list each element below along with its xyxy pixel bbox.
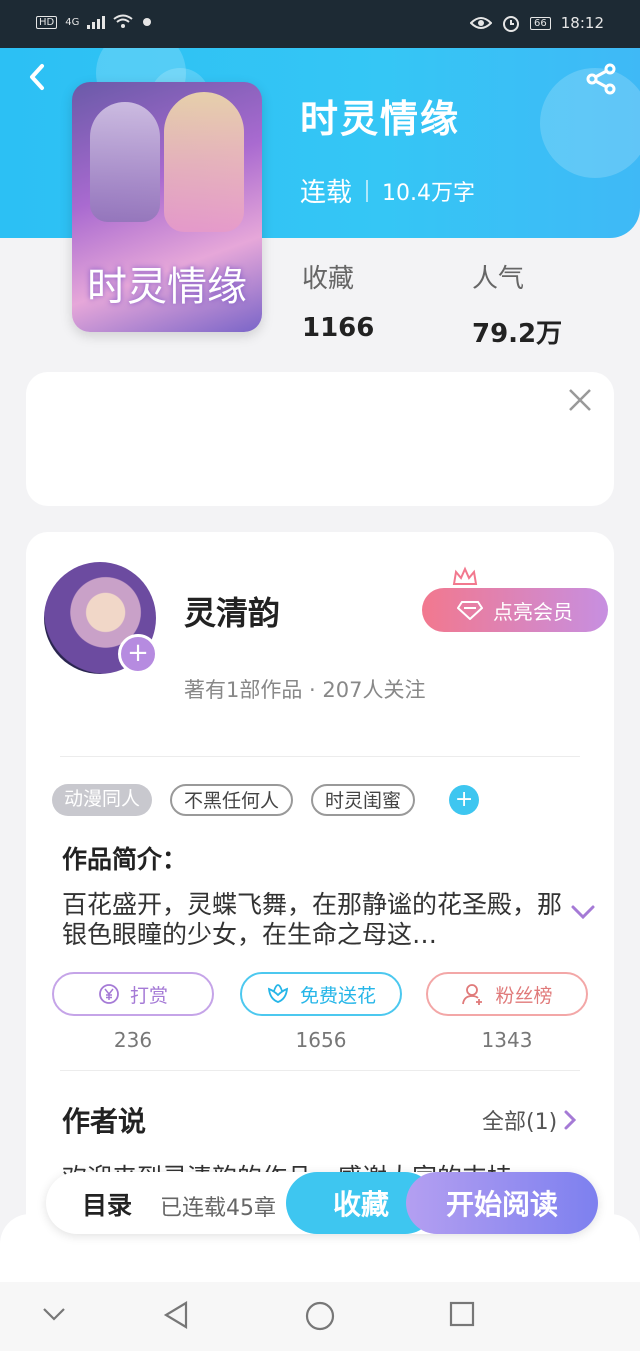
tip-button[interactable]: 打赏 xyxy=(52,972,214,1016)
start-reading-button[interactable]: 开始阅读 xyxy=(406,1172,598,1234)
chevron-down-icon[interactable] xyxy=(570,902,596,922)
close-icon[interactable] xyxy=(566,386,594,414)
all-label: 全部(1) xyxy=(482,1110,558,1135)
nav-home-icon[interactable] xyxy=(304,1300,336,1332)
hd-badge: HD xyxy=(36,15,58,29)
tip-label: 打赏 xyxy=(129,984,168,1007)
battery-icon: 66 xyxy=(530,16,551,30)
chevron-right-icon xyxy=(564,1110,577,1130)
share-icon[interactable] xyxy=(584,62,618,96)
flower-icon xyxy=(267,984,289,1003)
favorites-value: 1166 xyxy=(302,313,375,343)
nav-recents-icon[interactable] xyxy=(448,1300,476,1328)
toc-button[interactable]: 目录 xyxy=(82,1186,132,1222)
add-tag-icon[interactable]: + xyxy=(449,785,480,815)
send-flower-button[interactable]: 免费送花 xyxy=(240,972,402,1016)
divider xyxy=(60,756,580,757)
fans-count: 1343 xyxy=(481,1028,533,1052)
crown-icon xyxy=(452,566,478,585)
popularity-label: 人气 xyxy=(472,264,525,294)
meta-divider xyxy=(366,179,369,202)
flower-label: 免费送花 xyxy=(299,984,376,1007)
alarm-icon xyxy=(503,16,520,32)
vip-button[interactable]: 点亮会员 xyxy=(422,588,608,632)
user-icon xyxy=(462,984,483,1005)
cover-title-art: 时灵情缘 xyxy=(87,264,247,310)
status-bar: HD 4G 66 18:12 xyxy=(0,0,640,48)
vip-label: 点亮会员 xyxy=(493,599,573,624)
back-icon[interactable] xyxy=(22,62,52,92)
intro-text[interactable]: 百花盛开，灵蝶飞舞，在那静谧的花圣殿，那银色眼瞳的少女，在生命之母这… xyxy=(62,890,562,950)
follow-plus-icon[interactable]: + xyxy=(118,634,158,674)
book-cover[interactable]: 时灵情缘 xyxy=(72,82,262,332)
fans-label: 粉丝榜 xyxy=(495,984,553,1007)
book-title: 时灵情缘 xyxy=(300,97,461,141)
chevron-down-icon[interactable] xyxy=(40,1300,68,1328)
signal-icon xyxy=(87,15,106,29)
popularity-stat: 人气 79.2万 xyxy=(472,258,562,350)
tag-item[interactable]: 动漫同人 xyxy=(52,784,153,816)
wifi-icon xyxy=(113,14,133,28)
clock: 18:12 xyxy=(560,14,604,32)
tag-item[interactable]: 时灵闺蜜 xyxy=(311,784,416,816)
book-meta: 连载 10.4万字 xyxy=(300,172,475,209)
eye-icon xyxy=(470,17,493,29)
favorites-label: 收藏 xyxy=(302,264,355,294)
network-type: 4G xyxy=(65,16,80,28)
notification-icon xyxy=(143,18,152,26)
ad-banner xyxy=(26,372,614,506)
popularity-value: 79.2万 xyxy=(472,319,563,349)
tag-item[interactable]: 不黑任何人 xyxy=(170,784,294,816)
serial-chapters: 已连载45章 xyxy=(160,1196,276,1221)
book-word-count: 10.4万字 xyxy=(382,180,476,206)
book-status: 连载 xyxy=(300,178,353,208)
system-nav-bar xyxy=(0,1282,640,1351)
favorites-stat: 收藏 1166 xyxy=(302,258,374,343)
tag-list: 动漫同人 不黑任何人 时灵闺蜜 + xyxy=(52,784,480,816)
intro-title: 作品简介： xyxy=(62,845,188,874)
fans-rank-button[interactable]: 粉丝榜 xyxy=(426,972,588,1016)
author-info: 著有1部作品 · 207人关注 xyxy=(184,678,426,702)
diamond-icon xyxy=(457,601,483,620)
tip-count: 236 xyxy=(113,1028,153,1052)
author-says-all-link[interactable]: 全部(1) xyxy=(482,1104,577,1136)
author-says-title: 作者说 xyxy=(62,1105,147,1138)
flower-count: 1656 xyxy=(295,1028,347,1052)
yen-icon xyxy=(99,984,119,1004)
nav-back-icon[interactable] xyxy=(162,1300,192,1330)
divider xyxy=(60,1070,580,1071)
author-name[interactable]: 灵清韵 xyxy=(184,588,280,634)
